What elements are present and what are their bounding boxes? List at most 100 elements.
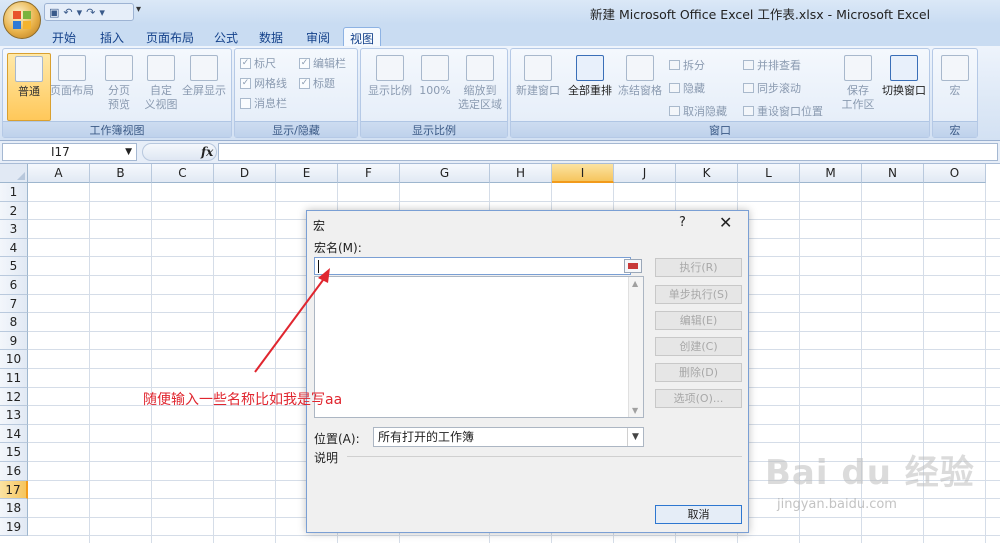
message-bar-checkbox[interactable]: 消息栏 — [240, 95, 287, 111]
row-header[interactable]: 7 — [0, 294, 28, 314]
save-icon[interactable]: ▣ — [49, 6, 59, 19]
column-header[interactable]: M — [800, 164, 862, 183]
cancel-button[interactable]: 取消 — [655, 505, 742, 524]
freeze-panes-button[interactable]: 冻结窗格 — [615, 53, 665, 121]
column-header[interactable]: O — [924, 164, 986, 183]
page-layout-view-button[interactable]: 页面布局 — [47, 53, 97, 121]
column-header[interactable]: C — [152, 164, 214, 183]
ruler-checkbox[interactable]: ✓ 标尺 — [240, 55, 276, 71]
custom-views-button[interactable]: 自定 义视图 — [139, 53, 183, 121]
location-select[interactable]: 所有打开的工作簿 ▼ — [373, 427, 644, 447]
zoom-100-button[interactable]: 100% — [415, 53, 455, 121]
row-header[interactable]: 10 — [0, 350, 28, 369]
full-screen-button[interactable]: 全屏显示 — [179, 53, 229, 121]
create-button[interactable]: 创建(C) — [655, 337, 742, 356]
office-button[interactable] — [3, 1, 41, 39]
column-header[interactable]: J — [614, 164, 676, 183]
row-header[interactable]: 1 — [0, 183, 28, 202]
row-header[interactable]: 16 — [0, 462, 28, 481]
formula-input[interactable] — [218, 143, 998, 161]
column-header[interactable]: F — [338, 164, 400, 183]
save-workspace-button[interactable]: 保存 工作区 — [835, 53, 881, 121]
zoom-button[interactable]: 显示比例 — [365, 53, 415, 121]
scroll-down-icon[interactable]: ▼ — [632, 406, 638, 415]
redo-dropdown-icon[interactable]: ▾ — [99, 6, 105, 19]
dialog-title: 宏 — [313, 219, 326, 233]
collapse-dialog-icon[interactable] — [624, 259, 642, 273]
macro-list[interactable]: ▲ ▼ — [314, 276, 644, 418]
macro-name-input[interactable] — [314, 257, 631, 275]
customize-qat-button[interactable]: ▾ — [136, 4, 141, 15]
column-header[interactable]: A — [28, 164, 90, 183]
chevron-down-icon[interactable]: ▼ — [627, 428, 643, 446]
row-header[interactable]: 5 — [0, 257, 28, 276]
row-header[interactable]: 19 — [0, 517, 28, 537]
normal-view-button[interactable]: 普通 — [7, 53, 51, 121]
name-box-dropdown-icon[interactable]: ▼ — [125, 144, 132, 160]
options-button[interactable]: 选项(O)... — [655, 389, 742, 408]
row-header[interactable]: 3 — [0, 220, 28, 239]
headings-checkbox[interactable]: ✓ 标题 — [299, 75, 335, 91]
undo-dropdown-icon[interactable]: ▾ — [77, 6, 83, 19]
page-break-preview-button[interactable]: 分页 预览 — [97, 53, 141, 121]
tab-formulas[interactable]: 公式 — [208, 27, 244, 46]
ribbon-tabs: 开始 插入 页面布局 公式 数据 审阅 视图 — [0, 24, 1000, 46]
view-side-by-side-button[interactable]: 并排查看 — [743, 57, 801, 73]
row-header[interactable]: 2 — [0, 201, 28, 221]
tab-view[interactable]: 视图 — [343, 27, 382, 46]
close-icon[interactable]: ✕ — [719, 213, 732, 232]
column-header[interactable]: K — [676, 164, 738, 183]
column-header[interactable]: I — [552, 164, 614, 183]
edit-button[interactable]: 编辑(E) — [655, 311, 742, 330]
row-header[interactable]: 8 — [0, 313, 28, 332]
help-icon[interactable]: ? — [679, 215, 686, 230]
tab-page-layout[interactable]: 页面布局 — [140, 27, 200, 46]
gridlines-checkbox[interactable]: ✓ 网格线 — [240, 75, 287, 91]
undo-icon[interactable]: ↶ — [63, 6, 72, 19]
split-button[interactable]: 拆分 — [669, 57, 705, 73]
column-header[interactable]: B — [90, 164, 152, 183]
select-all-corner[interactable] — [0, 164, 28, 183]
run-button[interactable]: 执行(R) — [655, 258, 742, 277]
row-header[interactable]: 6 — [0, 276, 28, 295]
insert-function-icon[interactable]: fx — [201, 145, 213, 159]
formula-bar-checkbox[interactable]: ✓ 编辑栏 — [299, 55, 346, 71]
delete-button[interactable]: 删除(D) — [655, 363, 742, 382]
sync-scroll-button[interactable]: 同步滚动 — [743, 80, 801, 96]
column-header[interactable]: D — [214, 164, 276, 183]
zoom-to-selection-button[interactable]: 缩放到 选定区域 — [455, 53, 505, 121]
row-header[interactable]: 15 — [0, 443, 28, 462]
group-macros: 宏 宏 — [932, 48, 978, 138]
name-box[interactable]: I17 ▼ — [2, 143, 137, 161]
column-header[interactable]: G — [400, 164, 490, 183]
row-header[interactable]: 9 — [0, 331, 28, 351]
row-header[interactable]: 18 — [0, 499, 28, 518]
unhide-button[interactable]: 取消隐藏 — [669, 103, 727, 119]
reset-window-position-button[interactable]: 重设窗口位置 — [743, 103, 823, 119]
macro-list-scrollbar[interactable]: ▲ ▼ — [628, 277, 643, 417]
row-header[interactable]: 17 — [0, 480, 28, 500]
hide-button[interactable]: 隐藏 — [669, 80, 705, 96]
watermark-logo: Bai du 经验 — [765, 453, 975, 493]
arrange-all-button[interactable]: 全部重排 — [565, 53, 615, 121]
tab-data[interactable]: 数据 — [253, 27, 289, 46]
row-header[interactable]: 14 — [0, 424, 28, 444]
description-divider — [347, 456, 742, 457]
column-header[interactable]: E — [276, 164, 338, 183]
scroll-up-icon[interactable]: ▲ — [632, 279, 638, 288]
column-header[interactable]: N — [862, 164, 924, 183]
tab-review[interactable]: 审阅 — [300, 27, 336, 46]
tab-home[interactable]: 开始 — [46, 27, 82, 46]
macros-button[interactable]: 宏 — [934, 53, 976, 121]
redo-icon[interactable]: ↷ — [86, 6, 95, 19]
column-header[interactable]: H — [490, 164, 552, 183]
tab-insert[interactable]: 插入 — [94, 27, 130, 46]
column-header[interactable]: L — [738, 164, 800, 183]
row-header[interactable]: 13 — [0, 406, 28, 425]
row-header[interactable]: 11 — [0, 369, 28, 388]
row-header[interactable]: 4 — [0, 238, 28, 258]
new-window-button[interactable]: 新建窗口 — [513, 53, 563, 121]
step-into-button[interactable]: 单步执行(S) — [655, 285, 742, 304]
row-header[interactable]: 12 — [0, 387, 28, 407]
switch-windows-button[interactable]: 切换窗口 — [879, 53, 929, 121]
